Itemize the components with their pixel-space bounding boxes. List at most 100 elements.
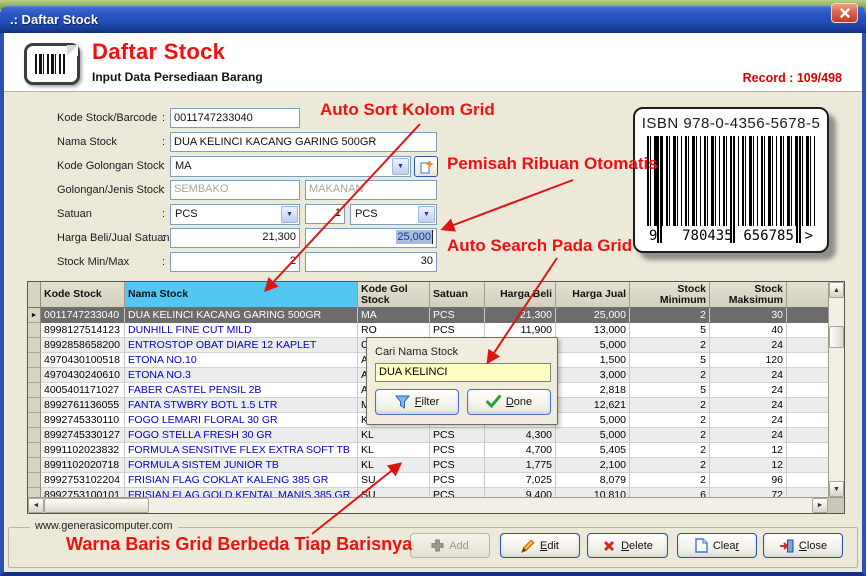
table-cell: 5,405	[556, 443, 630, 458]
table-cell-filler	[787, 473, 828, 488]
scroll-right-button[interactable]: ►	[812, 498, 828, 513]
scroll-up-button[interactable]: ▲	[829, 282, 844, 298]
page-title: Daftar Stock	[92, 39, 225, 65]
new-item-icon	[419, 160, 433, 174]
table-cell: 7,025	[485, 473, 556, 488]
table-cell: 3,000	[556, 368, 630, 383]
table-cell: 24	[710, 368, 787, 383]
edit-button[interactable]: Edit	[500, 533, 580, 558]
table-cell: 2	[630, 368, 710, 383]
scroll-left-button[interactable]: ◄	[28, 498, 44, 513]
column-header-nama-stock[interactable]: Nama Stock	[125, 282, 358, 308]
filter-button[interactable]: Filter	[375, 389, 459, 415]
page-subtitle: Input Data Persediaan Barang	[92, 70, 263, 84]
table-row[interactable]: 8998127514123DUNHILL FINE CUT MILDROPCS1…	[28, 323, 828, 338]
satuan-combo-2[interactable]: PCS ▼	[350, 204, 437, 225]
satuan-combo-1[interactable]: PCS ▼	[170, 204, 300, 225]
column-header-stock-minimum[interactable]: Stock Minimum	[630, 282, 710, 308]
table-row[interactable]: 8991102020718FORMULA SISTEM JUNIOR TBKLP…	[28, 458, 828, 473]
table-cell: 4,300	[485, 428, 556, 443]
harga-jual-input[interactable]: 25,000	[305, 228, 437, 248]
table-row[interactable]: 8992753100101FRISIAN FLAG GOLD KENTAL MA…	[28, 488, 828, 497]
column-header-stock-maksimum[interactable]: Stock Maksimum	[710, 282, 787, 308]
table-cell: ETONA NO.3	[125, 368, 358, 383]
table-cell-filler	[787, 368, 828, 383]
clear-button[interactable]: Clear	[677, 533, 757, 558]
golongan-field: SEMBAKO	[170, 180, 300, 200]
table-cell: 96	[710, 473, 787, 488]
row-marker-header	[28, 282, 41, 308]
horizontal-scroll-track[interactable]	[149, 498, 812, 513]
column-header-harga-beli[interactable]: Harga Beli	[485, 282, 556, 308]
table-row[interactable]: 8992753102204FRISIAN FLAG COKLAT KALENG …	[28, 473, 828, 488]
table-cell: FORMULA SISTEM JUNIOR TB	[125, 458, 358, 473]
barcode-bars-glyph	[35, 54, 65, 74]
table-cell: 2	[630, 443, 710, 458]
column-header-satuan[interactable]: Satuan	[430, 282, 485, 308]
satuan-qty-input[interactable]: 1	[305, 204, 345, 224]
kode-stock-input[interactable]	[170, 108, 300, 128]
chevron-down-icon[interactable]: ▼	[281, 206, 298, 223]
table-cell: 1,775	[485, 458, 556, 473]
colon: :	[162, 184, 165, 196]
row-marker	[28, 353, 41, 368]
scroll-down-button[interactable]: ▼	[829, 481, 844, 497]
table-cell-filler	[787, 488, 828, 497]
column-header-kode-gol-stock[interactable]: Kode Gol Stock	[358, 282, 430, 308]
column-header-harga-jual[interactable]: Harga Jual	[556, 282, 630, 308]
stock-max-input[interactable]: 30	[305, 252, 437, 272]
done-button[interactable]: Done	[467, 389, 551, 415]
nama-stock-input[interactable]	[170, 132, 437, 152]
table-cell: 4970430100518	[41, 353, 125, 368]
table-cell: FRISIAN FLAG GOLD KENTAL MANIS 385 GR	[125, 488, 358, 497]
column-header-kode-stock[interactable]: Kode Stock	[41, 282, 125, 308]
filter-button-label: Filter	[415, 396, 440, 408]
close-button[interactable]	[831, 3, 858, 23]
delete-button[interactable]: Delete	[587, 533, 668, 558]
blank-page-icon	[695, 538, 708, 553]
colon: :	[162, 232, 165, 244]
vertical-scroll-thumb[interactable]	[829, 326, 844, 348]
table-cell: 2	[630, 428, 710, 443]
selected-text: 25,000	[396, 230, 433, 244]
horizontal-scroll-thumb[interactable]	[44, 498, 149, 513]
row-marker	[28, 338, 41, 353]
table-cell: 24	[710, 413, 787, 428]
edit-button-label: Edit	[540, 540, 559, 552]
table-cell: 1,500	[556, 353, 630, 368]
label-kode-stock: Kode Stock/Barcode	[57, 112, 157, 124]
table-cell: 5,000	[556, 413, 630, 428]
table-cell: 8992753102204	[41, 473, 125, 488]
table-cell: 6	[630, 488, 710, 497]
window-titlebar[interactable]: .: Daftar Stock	[0, 6, 866, 33]
table-row[interactable]: ►0011747233040DUA KELINCI KACANG GARING …	[28, 308, 828, 323]
add-button[interactable]: Add	[410, 533, 490, 558]
kode-golongan-combo[interactable]: MA ▼	[170, 156, 411, 177]
search-input[interactable]	[375, 363, 551, 382]
vertical-scroll-track[interactable]	[829, 298, 844, 481]
table-row[interactable]: 8991102023832FORMULA SENSITIVE FLEX EXTR…	[28, 443, 828, 458]
filter-funnel-icon	[395, 395, 410, 409]
barcode-digit-group: 656785	[743, 228, 794, 244]
table-cell: 2	[630, 413, 710, 428]
table-cell: ETONA NO.10	[125, 353, 358, 368]
harga-beli-input[interactable]: 21,300	[170, 228, 300, 248]
vertical-scrollbar[interactable]: ▲ ▼	[828, 282, 844, 497]
chevron-down-icon[interactable]: ▼	[392, 158, 409, 175]
colon: :	[162, 136, 165, 148]
table-cell-filler	[787, 413, 828, 428]
stock-min-input[interactable]: 2	[170, 252, 300, 272]
check-icon	[486, 395, 501, 408]
table-cell: 2	[630, 473, 710, 488]
table-cell: 4,700	[485, 443, 556, 458]
chevron-down-icon[interactable]: ▼	[418, 206, 435, 223]
table-cell: 8992745330110	[41, 413, 125, 428]
table-cell: 5	[630, 383, 710, 398]
horizontal-scrollbar[interactable]: ◄ ►	[28, 497, 844, 513]
add-golongan-button[interactable]	[414, 156, 438, 177]
barcode-isbn-text: ISBN 978-0-4356-5678-5	[635, 115, 827, 132]
table-row[interactable]: 8992745330127FOGO STELLA FRESH 30 GRKLPC…	[28, 428, 828, 443]
colon: :	[162, 208, 165, 220]
table-cell: 21,300	[485, 308, 556, 323]
close-window-button[interactable]: Close	[763, 533, 843, 558]
